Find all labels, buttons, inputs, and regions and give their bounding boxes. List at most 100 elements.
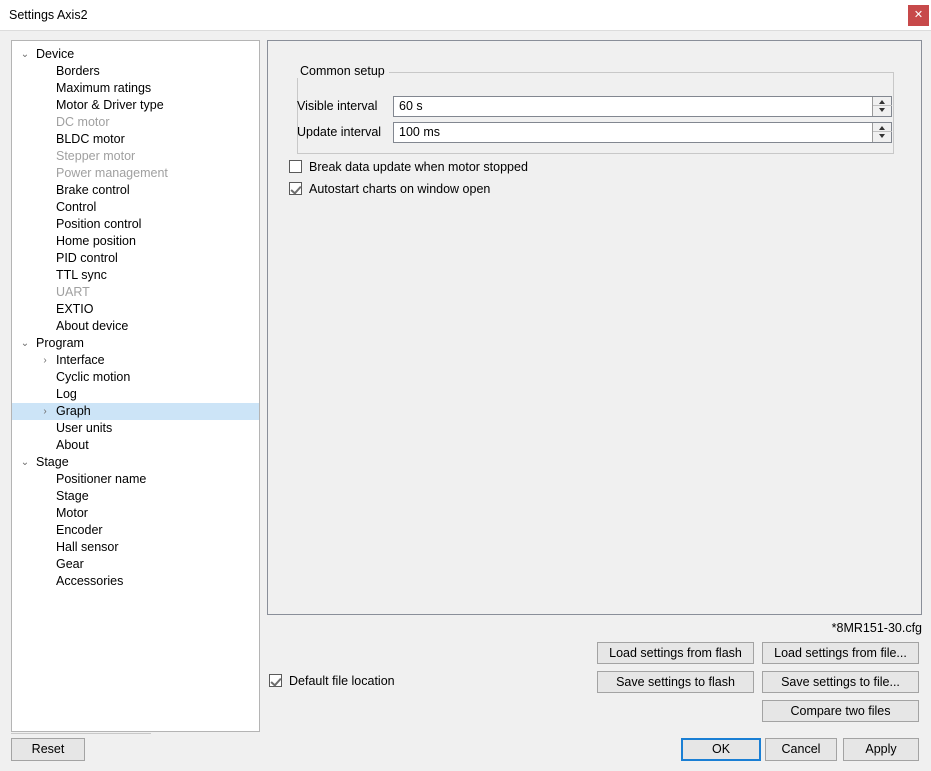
update-interval-input[interactable]: 100 ms	[394, 123, 872, 142]
tree-item-label: Stepper motor	[56, 148, 135, 165]
tree-item-label: User units	[56, 420, 112, 437]
tree-item-label: Encoder	[56, 522, 103, 539]
tree-item-label: Log	[56, 386, 77, 403]
tree-item-motor-driver-type[interactable]: Motor & Driver type	[12, 97, 259, 114]
settings-tree[interactable]: ⌄DeviceBordersMaximum ratingsMotor & Dri…	[11, 40, 260, 732]
save-settings-to-flash-button[interactable]: Save settings to flash	[597, 671, 754, 693]
tree-item-pid-control[interactable]: PID control	[12, 250, 259, 267]
tree-item-label: Stage	[36, 454, 69, 471]
chevron-right-icon[interactable]: ›	[38, 403, 52, 420]
tree-item-control[interactable]: Control	[12, 199, 259, 216]
update-interval-label: Update interval	[297, 122, 389, 143]
tree-item-label: Home position	[56, 233, 136, 250]
tree-item-position-control[interactable]: Position control	[12, 216, 259, 233]
chevron-down-icon[interactable]: ⌄	[18, 335, 32, 352]
tree-item-hall-sensor[interactable]: Hall sensor	[12, 539, 259, 556]
tree-item-cyclic-motion[interactable]: Cyclic motion	[12, 369, 259, 386]
tree-item-label: Cyclic motion	[56, 369, 130, 386]
title-bar: Settings Axis2 ✕	[0, 0, 931, 31]
visible-interval-spin-up-icon[interactable]	[873, 97, 892, 106]
tree-item-about[interactable]: About	[12, 437, 259, 454]
load-settings-from-file-button[interactable]: Load settings from file...	[762, 642, 919, 664]
apply-button[interactable]: Apply	[843, 738, 919, 761]
tree-item-label: PID control	[56, 250, 118, 267]
tree-item-label: Position control	[56, 216, 141, 233]
break-data-update-label: Break data update when motor stopped	[309, 159, 528, 176]
visible-interval-spin-down-icon[interactable]	[873, 106, 892, 115]
tree-item-label: BLDC motor	[56, 131, 125, 148]
tree-item-maximum-ratings[interactable]: Maximum ratings	[12, 80, 259, 97]
visible-interval-spinbox[interactable]: 60 s	[393, 96, 892, 117]
tree-item-graph[interactable]: ›Graph	[12, 403, 259, 420]
tree-item-gear[interactable]: Gear	[12, 556, 259, 573]
tree-item-borders[interactable]: Borders	[12, 63, 259, 80]
tree-item-home-position[interactable]: Home position	[12, 233, 259, 250]
common-setup-groupbox-title: Common setup	[296, 64, 389, 78]
tree-item-uart: UART	[12, 284, 259, 301]
tree-item-label: Motor & Driver type	[56, 97, 164, 114]
tree-item-label: Stage	[56, 488, 89, 505]
chevron-down-icon[interactable]: ⌄	[18, 454, 32, 471]
chevron-right-icon[interactable]: ›	[38, 352, 52, 369]
tree-item-label: TTL sync	[56, 267, 107, 284]
visible-interval-input[interactable]: 60 s	[394, 97, 872, 116]
chevron-down-icon[interactable]: ⌄	[18, 46, 32, 63]
compare-two-files-button[interactable]: Compare two files	[762, 700, 919, 722]
tree-item-encoder[interactable]: Encoder	[12, 522, 259, 539]
tree-item-program[interactable]: ⌄Program	[12, 335, 259, 352]
tree-item-label: Gear	[56, 556, 84, 573]
tree-item-positioner-name[interactable]: Positioner name	[12, 471, 259, 488]
update-interval-spin-up-icon[interactable]	[873, 123, 892, 132]
tree-item-label: DC motor	[56, 114, 109, 131]
reset-button[interactable]: Reset	[11, 738, 85, 761]
update-interval-spin-buttons[interactable]	[872, 123, 891, 142]
save-settings-to-file-button[interactable]: Save settings to file...	[762, 671, 919, 693]
tree-item-label: Control	[56, 199, 96, 216]
tree-item-label: About device	[56, 318, 128, 335]
tree-item-label: UART	[56, 284, 90, 301]
tree-item-label: Interface	[56, 352, 105, 369]
tree-item-bldc-motor[interactable]: BLDC motor	[12, 131, 259, 148]
settings-content-panel: Common setup Visible interval 60 s Updat…	[267, 40, 922, 615]
tree-item-label: Program	[36, 335, 84, 352]
tree-item-dc-motor: DC motor	[12, 114, 259, 131]
tree-item-stage[interactable]: ⌄Stage	[12, 454, 259, 471]
tree-item-log[interactable]: Log	[12, 386, 259, 403]
tree-item-label: Hall sensor	[56, 539, 119, 556]
default-file-location-checkbox[interactable]	[269, 674, 282, 687]
tree-item-device[interactable]: ⌄Device	[12, 46, 259, 63]
tree-item-label: Positioner name	[56, 471, 146, 488]
tree-item-extio[interactable]: EXTIO	[12, 301, 259, 318]
close-icon[interactable]: ✕	[908, 5, 929, 26]
load-settings-from-flash-button[interactable]: Load settings from flash	[597, 642, 754, 664]
tree-item-label: Motor	[56, 505, 88, 522]
tree-item-label: Accessories	[56, 573, 123, 590]
window-title: Settings Axis2	[9, 8, 88, 22]
tree-item-label: Power management	[56, 165, 168, 182]
autostart-charts-label: Autostart charts on window open	[309, 181, 490, 198]
ok-button[interactable]: OK	[681, 738, 761, 761]
autostart-charts-checkbox[interactable]	[289, 182, 302, 195]
config-filename-label: *8MR151-30.cfg	[832, 621, 922, 635]
update-interval-spinbox[interactable]: 100 ms	[393, 122, 892, 143]
tree-item-about-device[interactable]: About device	[12, 318, 259, 335]
tree-item-ttl-sync[interactable]: TTL sync	[12, 267, 259, 284]
visible-interval-label: Visible interval	[297, 96, 389, 117]
tree-item-label: EXTIO	[56, 301, 94, 318]
tree-item-motor[interactable]: Motor	[12, 505, 259, 522]
tree-item-user-units[interactable]: User units	[12, 420, 259, 437]
tree-item-stage[interactable]: Stage	[12, 488, 259, 505]
tree-item-label: Maximum ratings	[56, 80, 151, 97]
tree-item-stepper-motor: Stepper motor	[12, 148, 259, 165]
visible-interval-spin-buttons[interactable]	[872, 97, 891, 116]
tree-item-label: Device	[36, 46, 74, 63]
tree-item-interface[interactable]: ›Interface	[12, 352, 259, 369]
update-interval-spin-down-icon[interactable]	[873, 132, 892, 141]
footer-divider	[11, 733, 151, 734]
tree-item-brake-control[interactable]: Brake control	[12, 182, 259, 199]
tree-item-power-management: Power management	[12, 165, 259, 182]
break-data-update-checkbox[interactable]	[289, 160, 302, 173]
cancel-button[interactable]: Cancel	[765, 738, 837, 761]
tree-item-label: Brake control	[56, 182, 130, 199]
tree-item-accessories[interactable]: Accessories	[12, 573, 259, 590]
